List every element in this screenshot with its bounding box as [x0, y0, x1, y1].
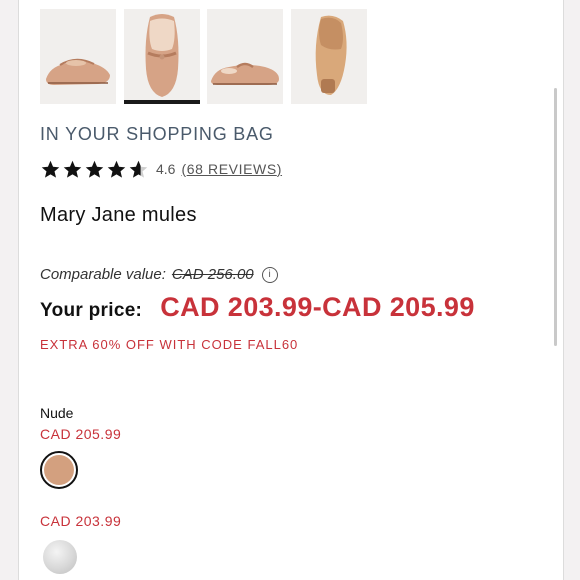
color-swatch-silver[interactable]: [43, 540, 77, 574]
scrollbar[interactable]: [554, 88, 557, 346]
star-partial-icon: [129, 160, 148, 178]
color-price-silver: CAD 203.99: [40, 513, 122, 529]
reviews-link[interactable]: (68 REVIEWS): [181, 161, 282, 177]
shoe-sole-view-icon: [291, 9, 367, 104]
product-title: Mary Jane mules: [40, 204, 197, 226]
info-icon[interactable]: i: [261, 266, 278, 283]
thumbnail-top-view[interactable]: [124, 9, 200, 104]
swatch-fill: [44, 455, 74, 485]
price-range: CAD 203.99-CAD 205.99: [160, 292, 475, 322]
star-filled-icon: [107, 160, 126, 178]
rating-row: 4.6 (68 REVIEWS): [40, 157, 282, 181]
comparable-price: CAD 256.00: [171, 266, 254, 283]
comparable-label: Comparable value:: [40, 266, 166, 283]
color-price-nude: CAD 205.99: [40, 426, 122, 442]
thumbnail-back-view[interactable]: [207, 9, 283, 104]
comparable-value-row: Comparable value: CAD 256.00 i: [40, 266, 278, 283]
shoe-back-view-icon: [207, 9, 283, 104]
star-filled-icon: [41, 160, 60, 178]
in-bag-notice: IN YOUR SHOPPING BAG: [40, 124, 274, 144]
thumbnail-sole-view[interactable]: [291, 9, 367, 104]
price-row: Your price: CAD 203.99-CAD 205.99: [40, 292, 475, 323]
thumbnail-side-view[interactable]: [40, 9, 116, 104]
shoe-side-view-icon: [40, 9, 116, 104]
star-filled-icon: [85, 160, 104, 178]
rating-value: 4.6: [156, 161, 176, 177]
star-rating: [40, 159, 150, 180]
promo-text: EXTRA 60% OFF WITH CODE FALL60: [40, 337, 299, 352]
color-swatch-nude[interactable]: [40, 451, 78, 489]
price-label: Your price:: [40, 300, 143, 321]
shoe-top-view-icon: [124, 9, 200, 100]
selected-color-name: Nude: [40, 405, 74, 421]
star-filled-icon: [63, 160, 82, 178]
